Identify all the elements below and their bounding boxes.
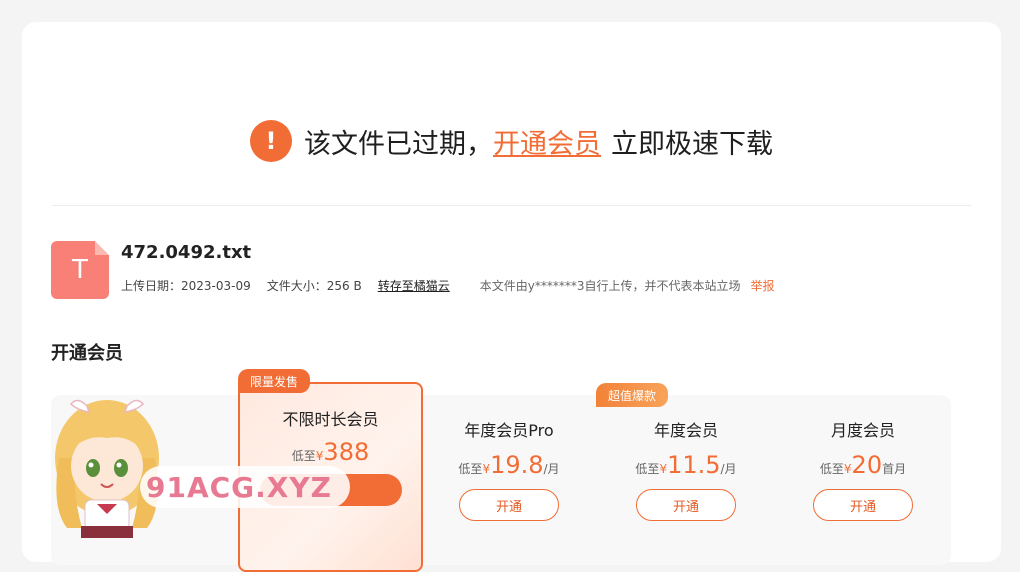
file-name: 472.0492.txt bbox=[121, 242, 252, 263]
anime-girl-mascot-icon bbox=[55, 399, 159, 538]
uploader-note: 本文件由y*******3自行上传，并不代表本站立场 bbox=[479, 279, 741, 293]
currency: ¥ bbox=[843, 462, 852, 476]
price-value: 19.8 bbox=[490, 451, 544, 479]
price-unit: 首月 bbox=[882, 462, 907, 476]
divider bbox=[52, 205, 971, 206]
plan-annual-pro: 年度会员Pro 低至¥19.8/月 开通 bbox=[439, 417, 579, 521]
watermark-text: 91ACG.XYZ bbox=[146, 470, 332, 504]
price-prefix: 低至 bbox=[291, 449, 316, 463]
main-card: ! 该文件已过期， 开通会员 立即极速下载 T 472.0492.txt 上传日… bbox=[22, 22, 1001, 572]
open-button[interactable]: 开通 bbox=[813, 489, 913, 521]
site-watermark: 91ACG.XYZ bbox=[140, 466, 350, 508]
plan-name: 年度会员Pro bbox=[464, 421, 554, 440]
price-value: 20 bbox=[851, 451, 883, 479]
file-meta: 上传日期：2023-03-09 文件大小：256 B 转存至橘猫云 本文件由y*… bbox=[121, 277, 790, 294]
price-unit: /月 bbox=[720, 462, 737, 476]
hot-deal-badge: 超值爆款 bbox=[596, 383, 669, 407]
plan-monthly: 月度会员 低至¥20首月 开通 bbox=[793, 417, 933, 521]
file-size: 文件大小：256 B bbox=[266, 279, 362, 293]
price-prefix: 低至 bbox=[458, 462, 483, 476]
plan-name: 不限时长会员 bbox=[282, 410, 379, 429]
open-button[interactable]: 开通 bbox=[459, 489, 559, 521]
plan-name: 年度会员 bbox=[653, 421, 718, 440]
save-to-cloud-link[interactable]: 转存至橘猫云 bbox=[378, 277, 450, 294]
notice-prefix: 该文件已过期， bbox=[304, 128, 493, 160]
file-icon-letter: T bbox=[72, 255, 88, 285]
open-membership-link[interactable]: 开通会员 bbox=[493, 122, 601, 161]
currency: ¥ bbox=[659, 462, 668, 476]
price-prefix: 低至 bbox=[819, 462, 844, 476]
plan-price: 低至¥19.8/月 bbox=[439, 451, 579, 479]
price-value: 11.5 bbox=[667, 451, 721, 479]
report-link[interactable]: 举报 bbox=[750, 277, 774, 294]
txt-file-icon: T bbox=[51, 241, 109, 299]
expired-notice: ! 该文件已过期， 开通会员 立即极速下载 bbox=[22, 120, 1001, 162]
notice-suffix: 立即极速下载 bbox=[611, 128, 773, 160]
plan-price: 低至¥20首月 bbox=[793, 451, 933, 479]
plan-annual: 年度会员 低至¥11.5/月 开通 bbox=[616, 417, 756, 521]
plan-price: 低至¥388 bbox=[240, 438, 421, 466]
upload-date: 上传日期：2023-03-09 bbox=[121, 279, 251, 293]
plan-price: 低至¥11.5/月 bbox=[616, 451, 756, 479]
warning-icon: ! bbox=[250, 120, 292, 162]
price-value: 388 bbox=[323, 438, 370, 466]
price-unit: /月 bbox=[543, 462, 560, 476]
limited-badge: 限量发售 bbox=[238, 369, 311, 393]
price-prefix: 低至 bbox=[635, 462, 660, 476]
plan-name: 月度会员 bbox=[830, 421, 895, 440]
currency: ¥ bbox=[482, 462, 491, 476]
section-title: 开通会员 bbox=[51, 343, 123, 364]
open-button[interactable]: 开通 bbox=[636, 489, 736, 521]
